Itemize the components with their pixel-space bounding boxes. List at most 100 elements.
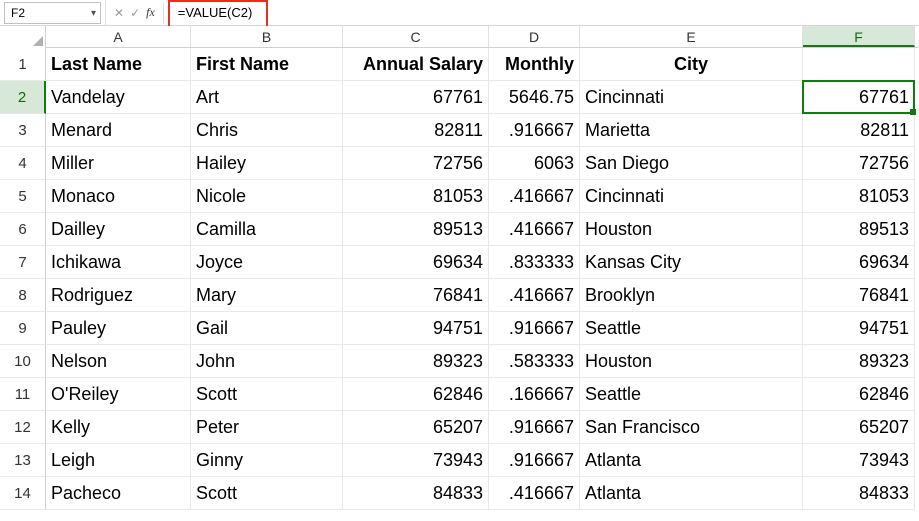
cell-F3[interactable]: 82811	[803, 114, 915, 147]
cell-F13[interactable]: 73943	[803, 444, 915, 477]
cell-C8[interactable]: 76841	[343, 279, 489, 312]
cell-F10[interactable]: 89323	[803, 345, 915, 378]
column-header-F[interactable]: F	[803, 26, 915, 47]
cell-A8[interactable]: Rodriguez	[46, 279, 191, 312]
cell-B5[interactable]: Nicole	[191, 180, 343, 213]
cell-A10[interactable]: Nelson	[46, 345, 191, 378]
row-header-4[interactable]: 4	[0, 147, 46, 180]
column-header-A[interactable]: A	[46, 26, 191, 47]
cell-E3[interactable]: Marietta	[580, 114, 803, 147]
cell-F1[interactable]	[803, 48, 915, 81]
cell-D3[interactable]: .916667	[489, 114, 580, 147]
cell-D8[interactable]: .416667	[489, 279, 580, 312]
cell-B7[interactable]: Joyce	[191, 246, 343, 279]
cell-E2[interactable]: Cincinnati	[580, 81, 803, 114]
cell-E11[interactable]: Seattle	[580, 378, 803, 411]
cell-F2[interactable]: 67761	[803, 81, 915, 114]
cell-C13[interactable]: 73943	[343, 444, 489, 477]
cell-E6[interactable]: Houston	[580, 213, 803, 246]
cell-D11[interactable]: .166667	[489, 378, 580, 411]
cell-B8[interactable]: Mary	[191, 279, 343, 312]
cell-D10[interactable]: .583333	[489, 345, 580, 378]
cell-B13[interactable]: Ginny	[191, 444, 343, 477]
row-header-11[interactable]: 11	[0, 378, 46, 411]
cell-C6[interactable]: 89513	[343, 213, 489, 246]
select-all-corner[interactable]	[0, 26, 46, 48]
cell-F5[interactable]: 81053	[803, 180, 915, 213]
cell-C14[interactable]: 84833	[343, 477, 489, 510]
row-header-5[interactable]: 5	[0, 180, 46, 213]
cell-A9[interactable]: Pauley	[46, 312, 191, 345]
cell-B3[interactable]: Chris	[191, 114, 343, 147]
row-header-6[interactable]: 6	[0, 213, 46, 246]
column-header-C[interactable]: C	[343, 26, 489, 47]
cell-C2[interactable]: 67761	[343, 81, 489, 114]
cell-E4[interactable]: San Diego	[580, 147, 803, 180]
cell-E7[interactable]: Kansas City	[580, 246, 803, 279]
cell-D2[interactable]: 5646.75	[489, 81, 580, 114]
cell-F11[interactable]: 62846	[803, 378, 915, 411]
cell-B14[interactable]: Scott	[191, 477, 343, 510]
cell-D7[interactable]: .833333	[489, 246, 580, 279]
cell-D14[interactable]: .416667	[489, 477, 580, 510]
cell-A13[interactable]: Leigh	[46, 444, 191, 477]
cell-F12[interactable]: 65207	[803, 411, 915, 444]
cell-B2[interactable]: Art	[191, 81, 343, 114]
cell-B11[interactable]: Scott	[191, 378, 343, 411]
name-box[interactable]: F2 ▾	[4, 2, 101, 24]
cell-E10[interactable]: Houston	[580, 345, 803, 378]
cell-C12[interactable]: 65207	[343, 411, 489, 444]
row-header-2[interactable]: 2	[0, 81, 46, 114]
cell-A4[interactable]: Miller	[46, 147, 191, 180]
cell-C3[interactable]: 82811	[343, 114, 489, 147]
cell-D12[interactable]: .916667	[489, 411, 580, 444]
cell-A1[interactable]: Last Name	[46, 48, 191, 81]
enter-icon[interactable]: ✓	[130, 6, 140, 20]
cell-D6[interactable]: .416667	[489, 213, 580, 246]
cell-C5[interactable]: 81053	[343, 180, 489, 213]
cell-A11[interactable]: O'Reiley	[46, 378, 191, 411]
cell-D1[interactable]: Monthly	[489, 48, 580, 81]
cell-A3[interactable]: Menard	[46, 114, 191, 147]
cell-A14[interactable]: Pacheco	[46, 477, 191, 510]
row-header-14[interactable]: 14	[0, 477, 46, 510]
cell-C1[interactable]: Annual Salary	[343, 48, 489, 81]
row-header-3[interactable]: 3	[0, 114, 46, 147]
cell-B1[interactable]: First Name	[191, 48, 343, 81]
cell-F9[interactable]: 94751	[803, 312, 915, 345]
cell-D5[interactable]: .416667	[489, 180, 580, 213]
cell-A5[interactable]: Monaco	[46, 180, 191, 213]
cell-E12[interactable]: San Francisco	[580, 411, 803, 444]
cell-B12[interactable]: Peter	[191, 411, 343, 444]
cell-E8[interactable]: Brooklyn	[580, 279, 803, 312]
column-header-B[interactable]: B	[191, 26, 343, 47]
row-header-13[interactable]: 13	[0, 444, 46, 477]
cell-E5[interactable]: Cincinnati	[580, 180, 803, 213]
cell-B10[interactable]: John	[191, 345, 343, 378]
cell-D9[interactable]: .916667	[489, 312, 580, 345]
cell-F14[interactable]: 84833	[803, 477, 915, 510]
cell-C4[interactable]: 72756	[343, 147, 489, 180]
cell-F8[interactable]: 76841	[803, 279, 915, 312]
column-header-D[interactable]: D	[489, 26, 580, 47]
cell-D13[interactable]: .916667	[489, 444, 580, 477]
cell-A7[interactable]: Ichikawa	[46, 246, 191, 279]
cell-E9[interactable]: Seattle	[580, 312, 803, 345]
cancel-icon[interactable]: ✕	[114, 6, 124, 20]
chevron-down-icon[interactable]: ▾	[91, 8, 96, 19]
cell-B4[interactable]: Hailey	[191, 147, 343, 180]
cell-F4[interactable]: 72756	[803, 147, 915, 180]
cell-C7[interactable]: 69634	[343, 246, 489, 279]
row-header-10[interactable]: 10	[0, 345, 46, 378]
cell-E14[interactable]: Atlanta	[580, 477, 803, 510]
cell-A12[interactable]: Kelly	[46, 411, 191, 444]
cell-F7[interactable]: 69634	[803, 246, 915, 279]
cell-B9[interactable]: Gail	[191, 312, 343, 345]
fx-icon[interactable]: fx	[146, 5, 155, 20]
row-header-12[interactable]: 12	[0, 411, 46, 444]
cell-C9[interactable]: 94751	[343, 312, 489, 345]
cell-A6[interactable]: Dailley	[46, 213, 191, 246]
row-header-8[interactable]: 8	[0, 279, 46, 312]
cell-A2[interactable]: Vandelay	[46, 81, 191, 114]
cell-B6[interactable]: Camilla	[191, 213, 343, 246]
